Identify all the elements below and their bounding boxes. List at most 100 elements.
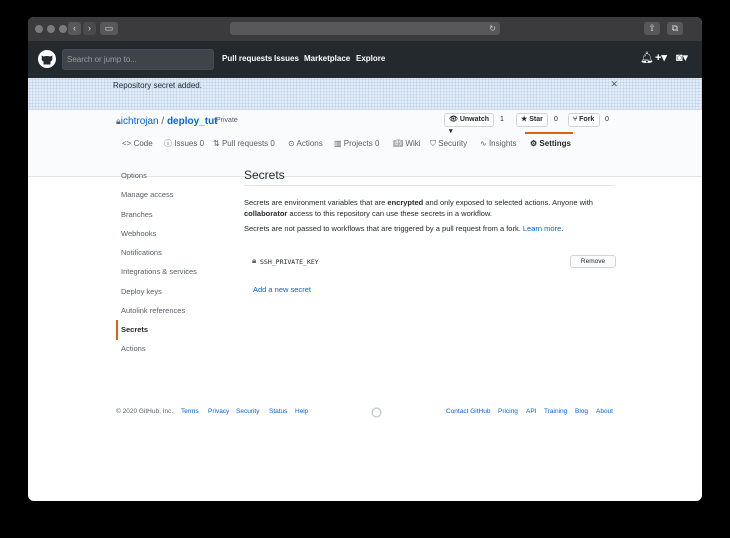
- sidebar-item-actions[interactable]: Actions: [121, 344, 146, 354]
- tab-code[interactable]: <> Code: [122, 139, 153, 149]
- secret-name: SSH_PRIVATE_KEY: [260, 258, 319, 266]
- close-icon[interactable]: ✕: [610, 78, 618, 90]
- play-icon: ⊙: [288, 139, 295, 148]
- fork-count[interactable]: 0: [605, 113, 609, 127]
- address-bar[interactable]: ↻: [230, 22, 500, 35]
- search-input[interactable]: Search or jump to...: [62, 49, 214, 70]
- page-title: Secrets: [244, 168, 285, 182]
- tab-projects[interactable]: ▥ Projects 0: [334, 139, 379, 149]
- fork-note: Secrets are not passed to workflows that…: [244, 223, 616, 234]
- fork-label: Fork: [579, 116, 595, 123]
- star-button[interactable]: ★ Star: [516, 113, 548, 127]
- watch-count[interactable]: 1: [500, 113, 504, 127]
- star-label: Star: [529, 116, 543, 123]
- nav-marketplace[interactable]: Marketplace: [304, 54, 350, 63]
- footer-pricing[interactable]: Pricing: [498, 407, 518, 417]
- remove-secret-button[interactable]: Remove: [570, 255, 616, 268]
- tab-settings-label: Settings: [539, 139, 571, 148]
- footer-about[interactable]: About: [596, 407, 613, 417]
- tab-projects-count: 0: [374, 139, 380, 148]
- code-icon: <>: [122, 139, 132, 148]
- repo-name-link[interactable]: deploy_tut: [167, 116, 218, 127]
- tab-code-label: Code: [133, 139, 153, 148]
- tab-insights[interactable]: ∿ Insights: [480, 139, 517, 149]
- eye-icon: 👁︎: [449, 116, 458, 123]
- footer-help[interactable]: Help: [295, 407, 308, 417]
- repo-header: 🔒︎ichtrojan / deploy_tut Private 👁︎ Unwa…: [28, 110, 702, 177]
- browser-window: ‹ › ▭ ↻ ⇧ ⧉ Search or jump to... Pull re…: [28, 17, 702, 501]
- footer-privacy[interactable]: Privacy: [208, 407, 229, 417]
- sidebar-icon[interactable]: ▭: [100, 22, 118, 35]
- shield-icon: ⛉: [430, 139, 436, 148]
- flash-message: Repository secret added.: [113, 81, 202, 90]
- avatar[interactable]: ◙▾: [676, 52, 688, 65]
- footer-blog[interactable]: Blog: [575, 407, 588, 417]
- footer-security[interactable]: Security: [236, 407, 259, 417]
- bell-icon[interactable]: 🔔︎: [640, 52, 654, 65]
- github-mark-icon[interactable]: [371, 407, 382, 418]
- sidebar-item-integrations[interactable]: Integrations & services: [121, 267, 197, 277]
- sidebar-item-webhooks[interactable]: Webhooks: [121, 229, 156, 239]
- zoom-window-button[interactable]: [59, 25, 67, 33]
- sidebar-item-branches[interactable]: Branches: [121, 210, 153, 220]
- sidebar-item-notifications[interactable]: Notifications: [121, 248, 162, 258]
- nav-issues[interactable]: Issues: [274, 54, 299, 63]
- tab-actions-label: Actions: [296, 139, 323, 148]
- tab-security[interactable]: ⛉ Security: [430, 139, 467, 149]
- book-icon: 📖︎: [393, 139, 404, 148]
- tab-issues-label: Issues: [174, 139, 198, 148]
- secret-row: 🔒︎ SSH_PRIVATE_KEY Remove: [252, 255, 616, 269]
- github-header: Search or jump to... Pull requests Issue…: [28, 41, 702, 78]
- repo-separator: /: [158, 116, 167, 127]
- tab-wiki[interactable]: 📖︎ Wiki: [393, 139, 421, 149]
- tab-issues[interactable]: ⓘ Issues 0: [164, 139, 204, 149]
- fork-note-text: Secrets are not passed to workflows that…: [244, 224, 523, 233]
- add-secret-link[interactable]: Add a new secret: [253, 285, 311, 295]
- sidebar-item-manage-access[interactable]: Manage access: [121, 190, 174, 200]
- unwatch-button[interactable]: 👁︎ Unwatch ▾: [444, 113, 494, 135]
- tab-settings[interactable]: ⚙ Settings: [530, 139, 571, 149]
- footer-training[interactable]: Training: [544, 407, 567, 417]
- tab-pull-requests[interactable]: ⇅ Pull requests 0: [213, 139, 275, 149]
- sidebar-item-autolink-references[interactable]: Autolink references: [121, 306, 185, 316]
- github-logo-icon[interactable]: [37, 49, 57, 69]
- close-window-button[interactable]: [35, 25, 43, 33]
- sidebar-item-options[interactable]: Options: [121, 171, 147, 181]
- minimize-window-button[interactable]: [47, 25, 55, 33]
- desc-text-1: Secrets are environment variables that a…: [244, 198, 388, 207]
- sidebar-item-secrets[interactable]: Secrets: [121, 325, 148, 335]
- fork-icon: ⑂: [573, 116, 578, 123]
- reload-icon[interactable]: ↻: [489, 22, 496, 35]
- graph-icon: ∿: [480, 139, 487, 148]
- back-icon[interactable]: ‹: [68, 22, 81, 35]
- star-count[interactable]: 0: [554, 113, 558, 127]
- fork-button[interactable]: ⑂ Fork: [568, 113, 600, 127]
- forward-icon[interactable]: ›: [83, 22, 96, 35]
- footer-api[interactable]: API: [526, 407, 536, 417]
- tab-actions[interactable]: ⊙ Actions: [288, 139, 323, 149]
- star-icon: ★: [521, 116, 528, 123]
- fork-note-end: .: [561, 224, 564, 233]
- footer-contact[interactable]: Contact GitHub: [446, 407, 490, 417]
- plus-icon[interactable]: +▾: [655, 52, 667, 65]
- nav-explore[interactable]: Explore: [356, 54, 385, 63]
- tabs-overview-icon[interactable]: ⧉: [667, 22, 683, 35]
- sidebar-active-indicator: [116, 320, 118, 340]
- repo-title: 🔒︎ichtrojan / deploy_tut: [116, 114, 218, 129]
- footer-status[interactable]: Status: [269, 407, 287, 417]
- issue-icon: ⓘ: [164, 139, 172, 148]
- share-icon[interactable]: ⇧: [644, 22, 660, 35]
- sidebar-item-deploy-keys[interactable]: Deploy keys: [121, 287, 162, 297]
- desc-text-3: access to this repository can use these …: [287, 209, 493, 218]
- nav-pull-requests[interactable]: Pull requests: [222, 54, 272, 63]
- browser-toolbar: ‹ › ▭ ↻ ⇧ ⧉: [28, 17, 702, 41]
- learn-more-link[interactable]: Learn more: [523, 224, 561, 233]
- tab-security-label: Security: [438, 139, 468, 148]
- repo-owner-link[interactable]: ichtrojan: [121, 116, 159, 127]
- tab-wiki-label: Wiki: [405, 139, 421, 148]
- tab-pull-requests-label: Pull requests: [221, 139, 269, 148]
- footer-terms[interactable]: Terms: [181, 407, 199, 417]
- desc-encrypted: encrypted: [387, 198, 424, 207]
- pull-request-icon: ⇅: [213, 139, 220, 148]
- tab-pull-requests-count: 0: [270, 139, 275, 148]
